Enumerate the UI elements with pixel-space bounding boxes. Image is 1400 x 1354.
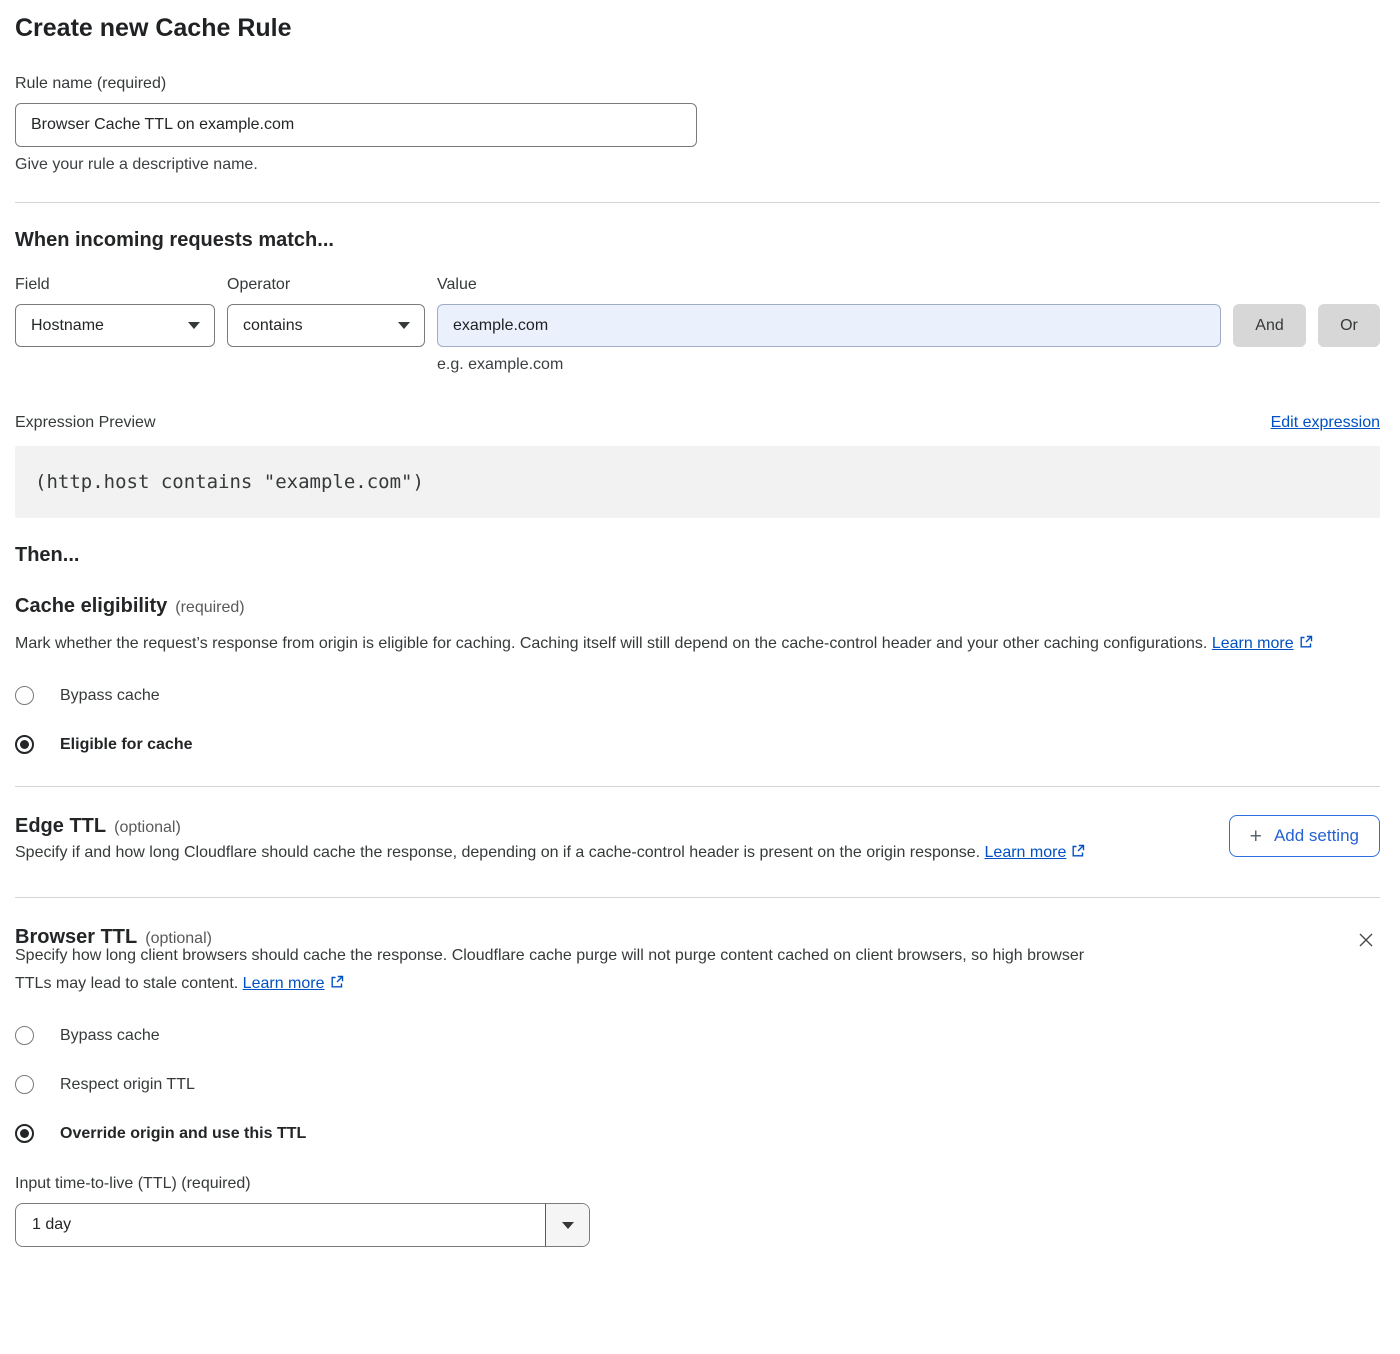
expression-code: (http.host contains "example.com") — [35, 471, 424, 493]
divider — [15, 897, 1380, 898]
value-helper: e.g. example.com — [437, 356, 1221, 374]
chevron-down-icon — [188, 322, 200, 329]
field-select-value: Hostname — [31, 317, 104, 335]
create-cache-rule-form: Create new Cache Rule Rule name (require… — [0, 0, 1400, 1287]
radio-override-origin-ttl[interactable]: Override origin and use this TTL — [15, 1120, 1380, 1147]
operator-label: Operator — [227, 276, 425, 294]
cache-eligibility-qualifier: (required) — [175, 599, 244, 616]
value-input[interactable] — [437, 304, 1221, 347]
expression-preview-label: Expression Preview — [15, 414, 156, 432]
learn-more-link[interactable]: Learn more — [1212, 635, 1294, 652]
ttl-select-arrow[interactable] — [545, 1204, 589, 1246]
add-setting-button[interactable]: + Add setting — [1229, 815, 1380, 857]
radio-selected-icon — [15, 1124, 34, 1143]
browser-ttl-options: Bypass cache Respect origin TTL Override… — [15, 1022, 1380, 1147]
plus-icon: + — [1250, 826, 1262, 847]
ttl-input-label: Input time-to-live (TTL) (required) — [15, 1175, 1380, 1193]
then-heading: Then... — [15, 544, 1380, 567]
radio-icon — [15, 686, 34, 705]
field-label: Field — [15, 276, 215, 294]
external-link-icon — [1070, 841, 1086, 869]
radio-bypass-cache[interactable]: Bypass cache — [15, 1022, 1380, 1049]
learn-more-link[interactable]: Learn more — [985, 844, 1067, 861]
match-condition-row: Field Operator Value Hostname contains A… — [15, 276, 1380, 374]
radio-icon — [15, 1075, 34, 1094]
external-link-icon — [1298, 632, 1314, 660]
page-title: Create new Cache Rule — [15, 14, 1380, 43]
edge-ttl-description: Specify if and how long Cloudflare shoul… — [15, 839, 1115, 869]
match-heading: When incoming requests match... — [15, 229, 1380, 252]
remove-browser-ttl-button[interactable] — [1352, 926, 1380, 954]
rule-name-label: Rule name (required) — [15, 75, 1380, 93]
edge-ttl-title: Edge TTL — [15, 815, 106, 837]
edge-ttl-qualifier: (optional) — [114, 819, 181, 836]
cache-eligibility-header: Cache eligibility (required) — [15, 595, 1380, 618]
rule-name-helper: Give your rule a descriptive name. — [15, 156, 1380, 174]
operator-select-value: contains — [243, 317, 303, 335]
or-button[interactable]: Or — [1318, 304, 1380, 347]
cache-eligibility-title: Cache eligibility — [15, 595, 167, 617]
chevron-down-icon — [398, 322, 410, 329]
learn-more-link[interactable]: Learn more — [243, 975, 325, 992]
external-link-icon — [329, 972, 345, 1000]
field-select[interactable]: Hostname — [15, 304, 215, 347]
expression-code-box: (http.host contains "example.com") — [15, 446, 1380, 518]
operator-select[interactable]: contains — [227, 304, 425, 347]
expression-preview-header: Expression Preview Edit expression — [15, 414, 1380, 432]
radio-eligible-for-cache[interactable]: Eligible for cache — [15, 731, 1380, 758]
and-button[interactable]: And — [1233, 304, 1306, 347]
rule-name-input[interactable] — [15, 103, 697, 147]
radio-respect-origin-ttl[interactable]: Respect origin TTL — [15, 1071, 1380, 1098]
radio-bypass-cache[interactable]: Bypass cache — [15, 682, 1380, 709]
ttl-select-value: 1 day — [16, 1204, 545, 1246]
chevron-down-icon — [562, 1222, 574, 1229]
divider — [15, 786, 1380, 787]
ttl-select[interactable]: 1 day — [15, 1203, 590, 1247]
value-label: Value — [437, 276, 1221, 294]
radio-selected-icon — [15, 735, 34, 754]
cache-eligibility-options: Bypass cache Eligible for cache — [15, 682, 1380, 758]
close-icon — [1356, 930, 1376, 950]
cache-eligibility-description: Mark whether the request’s response from… — [15, 630, 1360, 660]
radio-icon — [15, 1026, 34, 1045]
edit-expression-link[interactable]: Edit expression — [1271, 414, 1380, 432]
browser-ttl-description: Specify how long client browsers should … — [15, 942, 1115, 1000]
divider — [15, 202, 1380, 203]
